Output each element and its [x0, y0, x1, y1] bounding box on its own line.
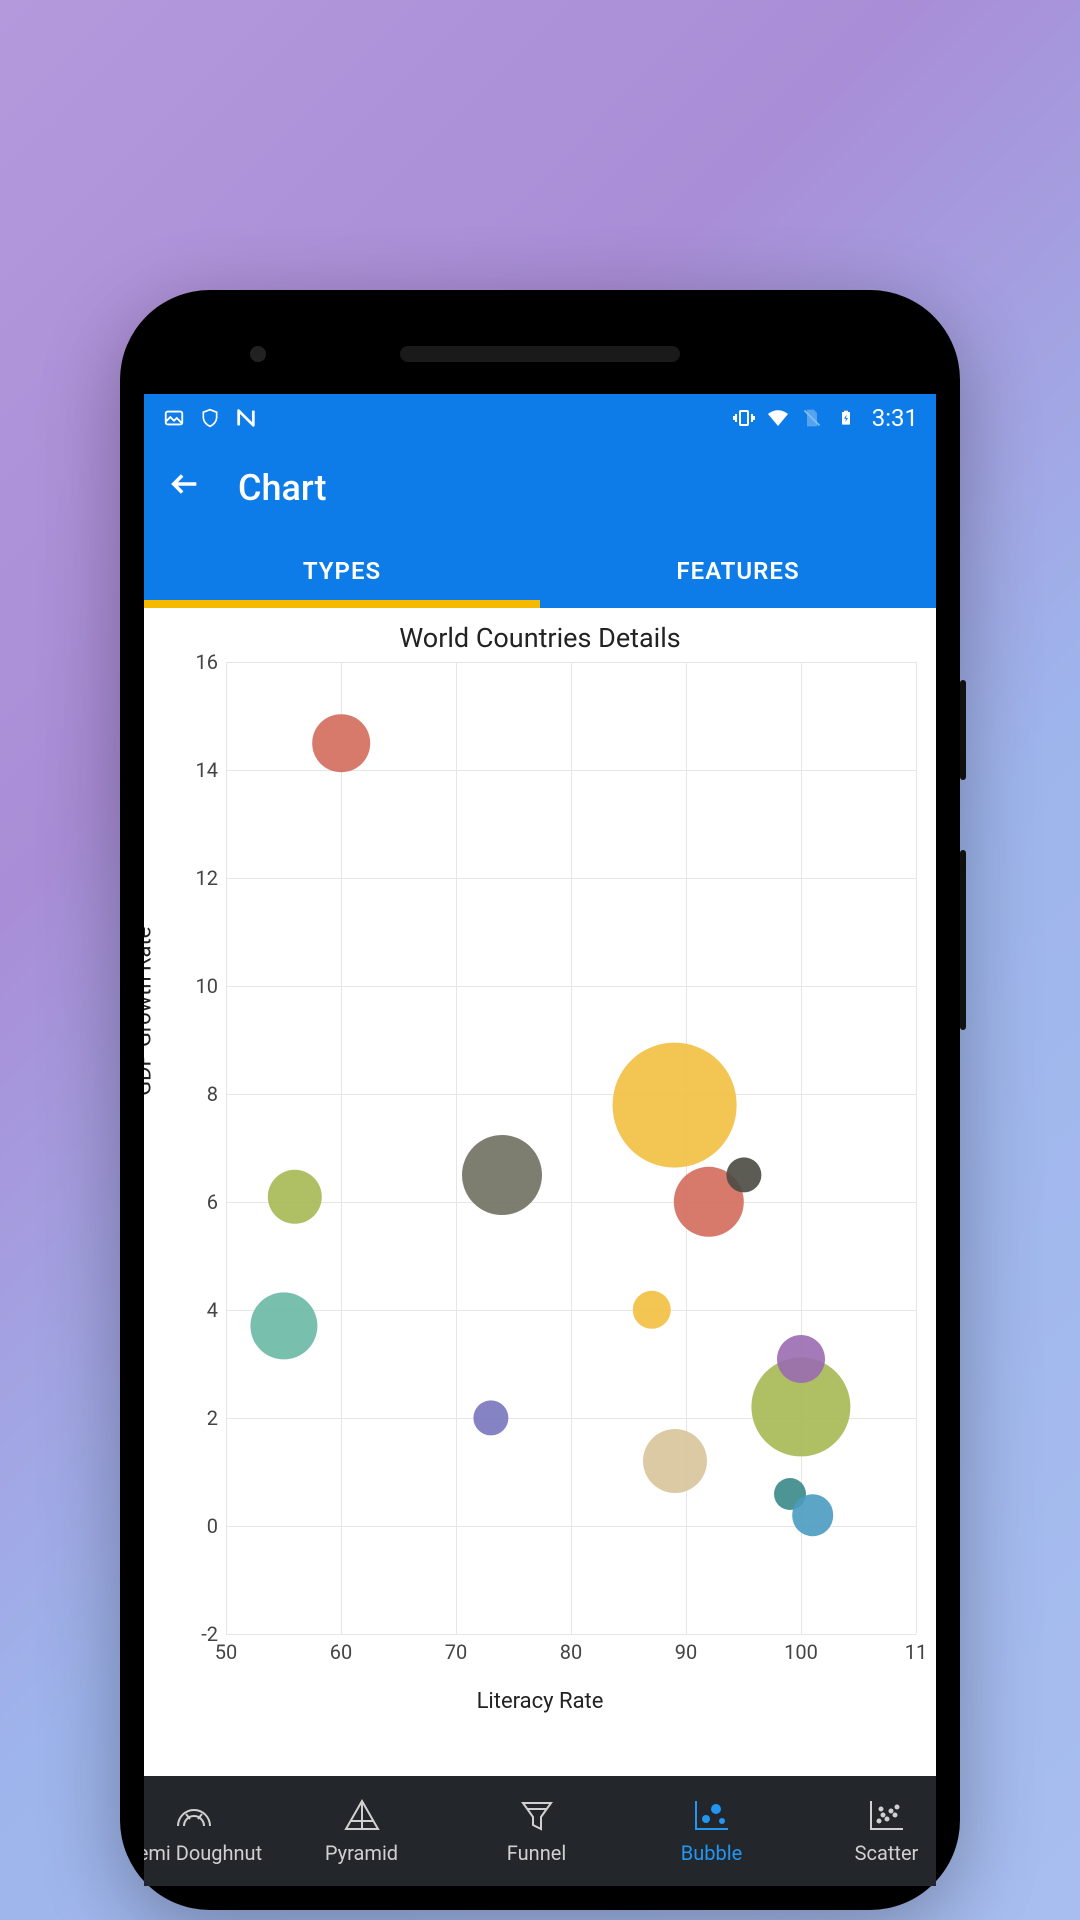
y-tick-label: 12: [178, 866, 218, 890]
x-tick-label: 70: [445, 1640, 467, 1664]
x-tick-label: 80: [560, 1640, 582, 1664]
camera-dot: [250, 346, 266, 362]
n-icon: [234, 406, 258, 430]
bubble-point[interactable]: [632, 1291, 670, 1329]
y-tick-label: 16: [178, 650, 218, 674]
gridline-horizontal: [226, 1202, 916, 1203]
bottom-tab-pyramid[interactable]: Pyramid: [274, 1797, 449, 1865]
x-tick-label: 11: [905, 1640, 927, 1664]
speaker-grille: [400, 346, 680, 362]
bubble-chart-icon: [692, 1797, 732, 1833]
bottom-tab-semi-doughnut[interactable]: Semi Doughnut: [144, 1797, 274, 1865]
side-button: [960, 850, 966, 1030]
gridline-vertical: [341, 662, 342, 1634]
tab-types[interactable]: TYPES: [144, 534, 540, 608]
gridline-horizontal: [226, 986, 916, 987]
battery-charging-icon: [834, 406, 858, 430]
x-tick-label: 90: [675, 1640, 697, 1664]
y-axis-label: GDP Growth Rate: [144, 927, 157, 1096]
bottom-tab-label: Pyramid: [325, 1841, 398, 1865]
y-tick-label: 6: [178, 1190, 218, 1214]
y-tick-label: 8: [178, 1082, 218, 1106]
tab-bar: TYPES FEATURES: [144, 534, 936, 608]
gridline-vertical: [226, 662, 227, 1634]
gridline-vertical: [456, 662, 457, 1634]
gridline-horizontal: [226, 1634, 916, 1635]
y-tick-label: 10: [178, 974, 218, 998]
bubble-point[interactable]: [473, 1400, 508, 1435]
bubble-point[interactable]: [268, 1169, 322, 1223]
gridline-vertical: [916, 662, 917, 1634]
scatter-chart-icon: [867, 1797, 907, 1833]
bottom-tab-bubble[interactable]: Bubble: [624, 1797, 799, 1865]
tab-indicator: [144, 600, 540, 608]
bubble-point[interactable]: [792, 1494, 834, 1536]
x-tick-label: 50: [215, 1640, 237, 1664]
gridline-horizontal: [226, 662, 916, 663]
back-arrow-icon[interactable]: [168, 467, 202, 510]
status-bar: 3:31: [144, 394, 936, 442]
gridline-horizontal: [226, 878, 916, 879]
phone-frame: 3:31 Chart TYPES FEATURES World Countrie…: [120, 290, 960, 1910]
bubble-point[interactable]: [777, 1335, 825, 1383]
chart-title: World Countries Details: [154, 622, 926, 654]
shield-icon: [198, 406, 222, 430]
gridline-vertical: [571, 662, 572, 1634]
bottom-tab-bar: Semi Doughnut Pyramid Funnel Bubble: [144, 1776, 936, 1886]
bubble-point[interactable]: [726, 1157, 761, 1192]
bottom-tab-label: Bubble: [681, 1841, 742, 1865]
bubble-point[interactable]: [612, 1042, 737, 1167]
pyramid-icon: [342, 1797, 382, 1833]
y-tick-label: 0: [178, 1514, 218, 1538]
status-time: 3:31: [872, 404, 918, 432]
funnel-icon: [517, 1797, 557, 1833]
bottom-tab-label: Semi Doughnut: [144, 1841, 262, 1865]
app-title: Chart: [238, 467, 327, 509]
y-tick-label: 4: [178, 1298, 218, 1322]
gridline-horizontal: [226, 1094, 916, 1095]
app-bar: Chart: [144, 442, 936, 534]
tab-features[interactable]: FEATURES: [540, 534, 936, 608]
plot-region[interactable]: [226, 662, 916, 1634]
chart-canvas: GDP Growth Rate Literacy Rate 5060708090…: [154, 658, 926, 1678]
x-axis-label: Literacy Rate: [477, 1689, 604, 1714]
y-tick-label: 14: [178, 758, 218, 782]
bottom-tab-funnel[interactable]: Funnel: [449, 1797, 624, 1865]
y-tick-label: -2: [178, 1622, 218, 1646]
x-tick-label: 60: [330, 1640, 352, 1664]
vibrate-icon: [732, 406, 756, 430]
side-button: [960, 680, 966, 780]
bubble-point[interactable]: [250, 1293, 317, 1360]
bottom-tab-label: Funnel: [507, 1841, 566, 1865]
y-tick-label: 2: [178, 1406, 218, 1430]
bottom-tab-label: Scatter: [855, 1841, 919, 1865]
wifi-icon: [766, 406, 790, 430]
no-sim-icon: [800, 406, 824, 430]
bubble-point[interactable]: [312, 714, 370, 772]
gridline-horizontal: [226, 1310, 916, 1311]
semi-doughnut-icon: [174, 1797, 214, 1833]
bubble-point[interactable]: [462, 1135, 542, 1215]
bubble-point[interactable]: [643, 1429, 707, 1493]
image-icon: [162, 406, 186, 430]
bottom-tab-scatter[interactable]: Scatter: [799, 1797, 936, 1865]
x-tick-label: 100: [784, 1640, 818, 1664]
screen: 3:31 Chart TYPES FEATURES World Countrie…: [144, 394, 936, 1886]
chart-area: World Countries Details GDP Growth Rate …: [144, 608, 936, 1776]
